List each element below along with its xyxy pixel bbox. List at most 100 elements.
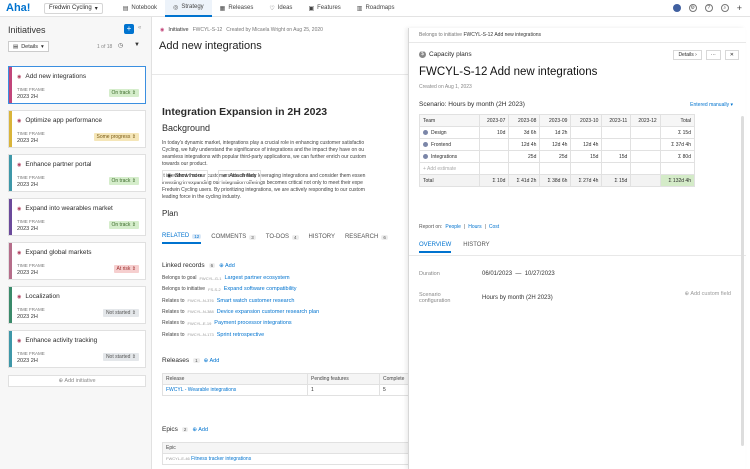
time-frame-label: TIME FRAME [17,307,45,312]
add-initiative-footer-button[interactable]: ⊕ Add initiative [8,375,146,387]
initiative-card[interactable]: ◉ Enhance activity tracking TIME FRAME 2023… [8,330,146,368]
epic-link[interactable]: Fitness tracker integrations [191,456,251,462]
initiative-card[interactable]: ◉ Localization TIME FRAME 2023 2H Not starte… [8,286,146,324]
tab-notebook[interactable]: ▤ Notebook [115,0,165,17]
add-icon[interactable]: + [737,3,742,13]
estimate-cell[interactable]: 1d 2h [539,126,572,139]
collapse-icon[interactable]: « [138,25,141,31]
filter-icon[interactable]: ▼ [134,42,140,48]
estimate-cell[interactable]: 25d [508,150,541,163]
release-link[interactable]: FWCYL - Wearable integrations [162,384,308,396]
record-link[interactable]: Smart watch customer research [217,298,295,304]
table-row[interactable]: FWCYL-E-46 Fitness tracker integrations [162,453,408,465]
record-link[interactable]: Payment processor integrations [214,320,291,326]
add-custom-field-link[interactable]: ⊕ Add custom field [684,291,731,297]
search-icon[interactable]: ⌕ [720,4,729,12]
page-title[interactable]: Add new integrations [159,40,262,52]
estimate-cell[interactable]: 10d [478,126,510,139]
estimate-cell[interactable]: 15d [570,150,603,163]
tab-overview[interactable]: OVERVIEW [419,242,452,253]
settings-icon[interactable]: ⚙ [688,4,697,12]
estimate-cell[interactable] [601,138,632,151]
scrollbar[interactable] [741,116,744,446]
capacity-table: Team 2023-07 2023-08 2023-09 2023-10 2023-11 2… [419,114,696,187]
drawer-title[interactable]: FWCYL-S-12 Add new integrations [419,66,597,78]
tab-roadmaps[interactable]: ▥ Roadmaps [349,0,403,17]
details-view-button[interactable]: ▤ Details ▾ [8,41,49,52]
add-linked-record-link[interactable]: ⊕ Add [219,263,235,269]
user-avatar[interactable] [672,4,681,12]
estimate-cell[interactable] [630,126,661,139]
initiative-card[interactable]: ◉ Optimize app performance TIME FRAME 2023 … [8,110,146,148]
clock-icon[interactable]: ◷ [118,42,123,49]
team-cell[interactable]: Design [419,126,480,139]
estimate-cell[interactable] [570,126,603,139]
tab-history[interactable]: HISTORY [309,233,335,244]
report-hours-link[interactable]: Hours [468,224,481,230]
estimate-cell[interactable]: 12d 4h [570,138,603,151]
initiative-card[interactable]: ◉ Add new integrations TIME FRAME 2023 2H On… [8,66,146,104]
attach-files-button[interactable]: ⌀ Attach files [218,170,262,182]
entered-manually-dropdown[interactable]: Entered manually ▾ [690,102,733,108]
team-cell[interactable]: Frontend [419,138,480,151]
estimate-cell[interactable]: 12d 4h [508,138,541,151]
tab-drawer-history[interactable]: HISTORY [463,242,489,253]
initiative-card[interactable]: ◉ Expand global markets TIME FRAME 2023 2H A… [8,242,146,280]
record-link[interactable]: Expand software compatibility [224,286,297,292]
tab-todos[interactable]: TO-DOS 4 [266,233,299,244]
estimate-cell[interactable] [478,150,510,163]
report-people-link[interactable]: People [445,224,461,230]
record-link[interactable]: Largest partner ecosystem [224,275,289,281]
estimate-cell[interactable]: 12d 4h [539,138,572,151]
duration-value[interactable]: 06/01/2023 — 10/27/2023 [482,271,555,277]
details-button[interactable]: Details › [673,50,702,60]
estimate-cell[interactable] [478,138,510,151]
tab-related[interactable]: RELATED 12 [162,233,202,244]
top-nav-bar: Aha! Fredwin Cycling ▾ ▤ Notebook ◎ Strate… [0,0,750,17]
add-release-link[interactable]: ⊕ Add [204,358,220,364]
status-badge[interactable]: Some progress ⇕ [93,133,139,141]
tab-releases[interactable]: ▦ Releases [212,0,262,17]
total-cell: Σ 15d [601,174,632,187]
initiative-card[interactable]: ◉ Expand into wearables market TIME FRAME 2… [8,198,146,236]
estimate-cell[interactable] [601,126,632,139]
tab-ideas[interactable]: ♡ Ideas [261,0,300,17]
status-badge[interactable]: At risk ⇕ [113,265,139,273]
tab-research[interactable]: RESEARCH 6 [345,233,388,244]
add-initiative-button[interactable]: + [124,24,134,34]
estimate-cell[interactable] [630,138,661,151]
tab-comments[interactable]: COMMENTS 3 [211,233,256,244]
estimate-cell[interactable]: 15d [601,150,632,163]
more-button[interactable]: ··· [705,50,721,60]
status-badge[interactable]: On track ⇕ [108,177,139,185]
estimate-cell[interactable] [630,150,661,163]
show-more-button[interactable]: ◉ Show more [162,170,208,182]
status-badge[interactable]: On track ⇕ [108,89,139,97]
table-row[interactable]: FWCYL - Wearable integrations 1 5 [162,384,408,396]
team-cell[interactable]: Integrations [419,150,480,163]
time-frame-value: 2023 2H [17,182,38,188]
help-icon[interactable]: ? [704,4,713,12]
report-cost-link[interactable]: Cost [489,224,499,230]
record-link[interactable]: Device expansion customer research plan [217,309,319,315]
status-badge[interactable]: Not started ⇕ [102,309,139,317]
tab-features[interactable]: ▣ Features [300,0,348,17]
add-estimate-button[interactable]: + Add estimate [419,162,480,175]
linked-records-heading: Linked records 6 ⊕ Add [162,262,235,269]
status-badge[interactable]: On track ⇕ [108,221,139,229]
record-link[interactable]: Sprint retrospective [217,332,264,338]
workspace-selector[interactable]: Fredwin Cycling ▾ [44,2,103,14]
close-icon[interactable]: ✕ [724,50,739,60]
scenario-config-value[interactable]: Hours by month (2H 2023) [482,295,553,301]
estimate-cell[interactable]: 3d 6h [508,126,541,139]
record-id[interactable]: FWCYL-S-12 [193,27,223,33]
add-epic-link[interactable]: ⊕ Add [192,427,208,433]
status-badge[interactable]: Not started ⇕ [102,353,139,361]
releases-icon: ▦ [219,5,226,12]
initiative-card[interactable]: ◉ Enhance partner portal TIME FRAME 2023 2H… [8,154,146,192]
tab-strategy[interactable]: ◎ Strategy [165,0,212,17]
aha-logo[interactable]: Aha! [6,2,38,14]
estimate-cell[interactable]: 25d [539,150,572,163]
drawer-actions: Details › ··· ✕ [673,50,739,60]
parent-link[interactable]: FWCYL-S-12 Add new integrations [463,32,541,38]
